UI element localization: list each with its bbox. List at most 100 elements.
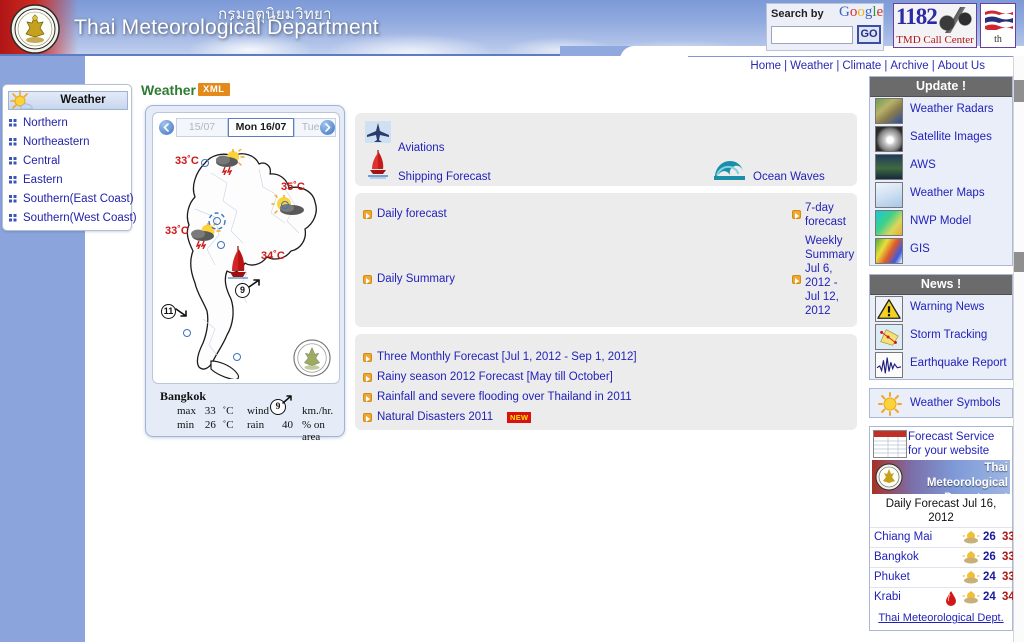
- topnav-divider: [688, 56, 1024, 57]
- list-bullet-icon: [792, 210, 801, 219]
- sidebar-item-northern[interactable]: Northern: [9, 115, 131, 134]
- widget-row: Chiang Mai 26 33: [870, 527, 1015, 547]
- nav-archive[interactable]: Archive: [889, 60, 929, 72]
- top-navigation: Home | Weather | Climate | Archive | About Us: [749, 60, 986, 72]
- summary-rain-label: rain: [247, 419, 265, 431]
- summary-min-value: 26: [204, 419, 216, 431]
- link-shipping-forecast[interactable]: Shipping Forecast: [398, 171, 491, 183]
- right-item-label: Weather Maps: [910, 187, 985, 199]
- language-code: th: [994, 34, 1002, 45]
- date-current-cell[interactable]: Mon 16/07: [228, 118, 294, 137]
- date-prev-button[interactable]: [159, 120, 174, 135]
- right-item-storm-tracking[interactable]: Storm Tracking: [870, 323, 1012, 351]
- call-center-number: 1182: [896, 4, 938, 29]
- nav-home[interactable]: Home: [749, 60, 782, 72]
- bullet-squares-icon: [9, 157, 17, 165]
- google-logo: Google: [839, 4, 884, 20]
- right-item-gis[interactable]: GIS: [870, 237, 1012, 265]
- satellite-thumbnail-icon: [875, 126, 903, 152]
- widget-footer-link[interactable]: Thai Meteorological Dept.: [870, 612, 1012, 626]
- widget-min-temp: 26: [983, 531, 996, 543]
- widget-title[interactable]: Forecast Service for your website: [908, 430, 1010, 458]
- nav-weather[interactable]: Weather: [789, 60, 834, 72]
- sun-cloud-icon: [962, 531, 980, 544]
- nav-about-us[interactable]: About Us: [937, 60, 986, 72]
- sidebar-item-eastern[interactable]: Eastern: [9, 172, 131, 191]
- sidebar-item-label: Central: [23, 155, 61, 167]
- link-natural-disasters[interactable]: Natural Disasters 2011: [377, 411, 493, 423]
- link-aviations[interactable]: Aviations: [398, 142, 444, 154]
- search-go-button[interactable]: GO: [857, 25, 881, 44]
- page-title: Weather: [141, 82, 196, 98]
- right-item-label: NWP Model: [910, 215, 972, 227]
- right-item-label: Weather Radars: [910, 103, 994, 115]
- right-item-earthquake-report[interactable]: Earthquake Report: [870, 351, 1012, 379]
- sailboat-icon: [368, 150, 388, 179]
- sidebar-item-southern-east-coast[interactable]: Southern(East Coast): [9, 191, 134, 210]
- sidebar-item-label: Northeastern: [23, 136, 90, 148]
- summary-max-line: max 33 ˚C: [177, 405, 233, 417]
- weather-map-canvas: 15/07 Mon 16/07 Tue 1 33˚C 35˚C 33˚C 34˚…: [152, 112, 340, 384]
- widget-row: Krabi 24 34: [870, 587, 1015, 607]
- wind-marker: 11: [161, 304, 176, 319]
- language-switcher[interactable]: th: [980, 3, 1016, 48]
- link-ocean-waves[interactable]: Ocean Waves: [753, 171, 825, 183]
- right-item-nwp-model[interactable]: NWP Model: [870, 209, 1012, 237]
- link-daily-summary[interactable]: Daily Summary: [377, 273, 455, 285]
- date-navigation: 15/07 Mon 16/07 Tue 1: [157, 117, 337, 137]
- scrollbar-track[interactable]: [1014, 56, 1024, 642]
- seismograph-thumb: [875, 352, 903, 378]
- sun-cloud-icon: [962, 551, 980, 564]
- summary-city-name: Bangkok: [160, 389, 207, 403]
- summary-min-line: min 26 ˚C: [177, 419, 234, 431]
- weather-symbols-box[interactable]: Weather Symbols: [869, 388, 1013, 418]
- right-item-label: Earthquake Report: [910, 357, 1007, 369]
- site-header: กรมอุตุนิยมวิทยา Thai Meteorological Dep…: [0, 0, 1024, 56]
- widget-table-icon: [873, 430, 907, 458]
- tmd-seal-icon: [293, 339, 331, 377]
- xml-feed-badge[interactable]: XML: [198, 83, 230, 96]
- sidebar-item-central[interactable]: Central: [9, 153, 131, 172]
- right-item-warning-news[interactable]: Warning News: [870, 295, 1012, 323]
- summary-max-value: 33: [204, 405, 216, 417]
- right-item-aws[interactable]: AWS: [870, 153, 1012, 181]
- nwp-thumbnail-icon: [875, 210, 903, 236]
- marine-aviation-panel: Aviations Shipping Forecast Ocean Waves: [355, 113, 857, 186]
- bullet-squares-icon: [9, 195, 17, 203]
- right-item-weather-maps[interactable]: Weather Maps: [870, 181, 1012, 209]
- search-input[interactable]: [771, 26, 853, 44]
- widget-min-temp: 24: [983, 591, 996, 603]
- wind-arrow-icon: [175, 308, 187, 317]
- list-bullet-icon: [363, 275, 372, 284]
- airplane-icon: [365, 121, 391, 143]
- link-weekly-summary[interactable]: Weekly Summary Jul 6, 2012 - Jul 12, 201…: [805, 234, 855, 318]
- nav-climate[interactable]: Climate: [841, 60, 882, 72]
- warning-news-thumb: [875, 296, 903, 322]
- storm-track-icon: [876, 325, 902, 349]
- date-prev-cell[interactable]: 15/07: [176, 118, 228, 137]
- header-title-english: Thai Meteorological Department: [74, 16, 379, 39]
- sidebar-item-southern-west-coast[interactable]: Southern(West Coast): [9, 210, 137, 229]
- update-box-title: Update !: [870, 77, 1012, 97]
- scrollbar-marker: [1014, 252, 1024, 272]
- widget-min-temp: 24: [983, 571, 996, 583]
- right-item-weather-radars[interactable]: Weather Radars: [870, 97, 1012, 125]
- date-next-button[interactable]: [320, 120, 335, 135]
- link-three-monthly-forecast[interactable]: Three Monthly Forecast [Jul 1, 2012 - Se…: [377, 351, 637, 363]
- call-center-label: TMD Call Center: [896, 34, 974, 46]
- tmd-call-center-banner[interactable]: 1182 TMD Call Center: [893, 3, 977, 48]
- widget-city: Bangkok: [874, 551, 919, 563]
- right-item-satellite-images[interactable]: Satellite Images: [870, 125, 1012, 153]
- sun-icon: [10, 90, 33, 110]
- sidebar-header: Weather: [8, 90, 128, 110]
- sidebar-item-northeastern[interactable]: Northeastern: [9, 134, 131, 153]
- widget-banner: Thai Meteorological Department: [872, 460, 1010, 494]
- raindrop-icon: [946, 591, 956, 606]
- ocean-wave-icon: [714, 161, 745, 180]
- link-7day-forecast[interactable]: 7-day forecast: [805, 201, 857, 229]
- link-daily-forecast[interactable]: Daily forecast: [377, 208, 447, 220]
- sun-cloud-icon: [962, 591, 980, 604]
- page-scrollbar[interactable]: [1013, 56, 1024, 642]
- link-rainy-season-forecast[interactable]: Rainy season 2012 Forecast [May till Oct…: [377, 371, 613, 383]
- link-rainfall-flooding[interactable]: Rainfall and severe flooding over Thaila…: [377, 391, 632, 403]
